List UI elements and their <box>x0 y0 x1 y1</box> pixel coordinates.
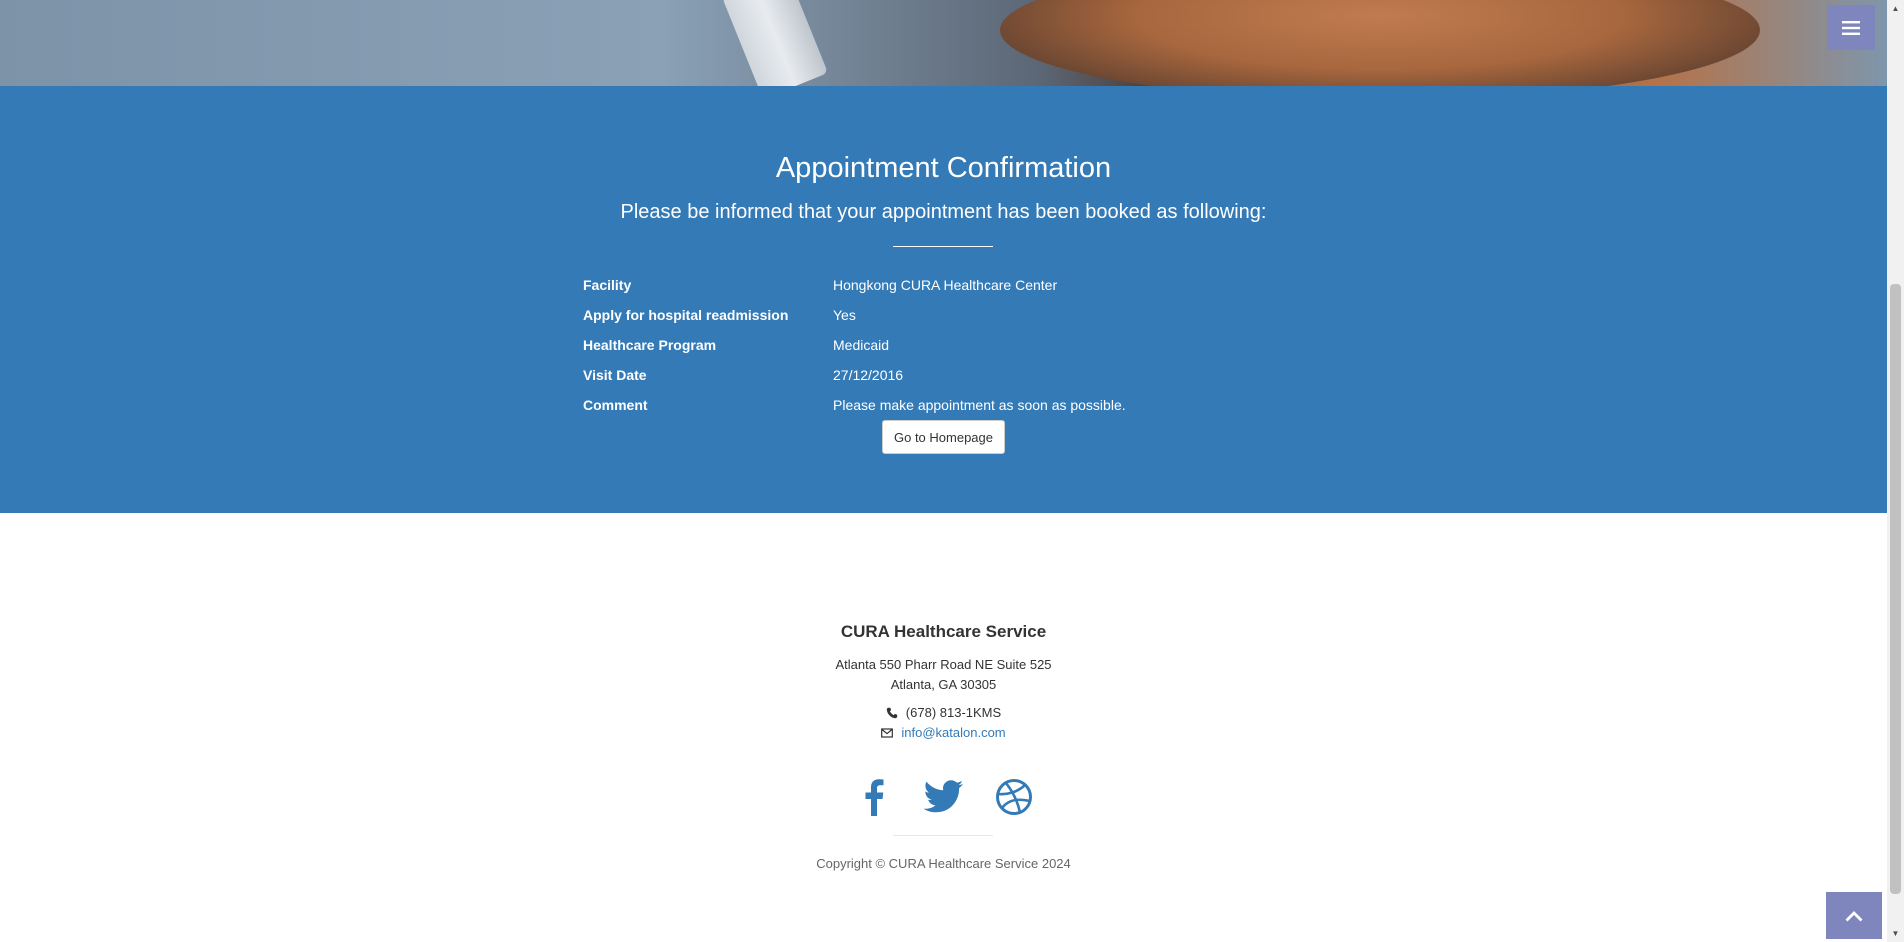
thermometer-image <box>721 0 829 86</box>
visit-date-label: Visit Date <box>583 367 647 383</box>
readmission-value: Yes <box>833 307 856 323</box>
page-title: Appointment Confirmation <box>775 152 1112 184</box>
address-line-2: Atlanta, GA 30305 <box>890 677 997 692</box>
hero-image <box>0 0 1887 86</box>
program-label: Healthcare Program <box>583 337 717 353</box>
appointment-details: Facility Hongkong CURA Healthcare Center… <box>583 270 1303 420</box>
scroll-up-arrow[interactable]: ▲ <box>1887 0 1904 17</box>
footer-brand: CURA Healthcare Service <box>840 622 1047 641</box>
comment-value: Please make appointment as soon as possi… <box>833 397 1126 413</box>
scrollbar-thumb[interactable] <box>1890 284 1901 894</box>
chevron-up-icon <box>1845 910 1863 921</box>
scroll-to-top-button[interactable] <box>1826 892 1882 939</box>
bars-icon <box>1842 20 1860 35</box>
confirmation-lead: Please be informed that your appointment… <box>620 201 1267 223</box>
facility-value: Hongkong CURA Healthcare Center <box>833 277 1058 293</box>
comment-label: Comment <box>583 397 648 413</box>
phone-number: (678) 813-1KMS <box>905 705 1002 720</box>
envelope-icon <box>881 728 894 738</box>
dribbble-link[interactable] <box>994 775 1034 819</box>
detail-row-comment: Comment Please make appointment as soon … <box>583 390 1303 420</box>
page-scrollbar[interactable]: ▲ ▼ <box>1887 0 1904 942</box>
copyright: Copyright © CURA Healthcare Service 2024 <box>816 856 1071 871</box>
dribbble-icon <box>995 779 1032 815</box>
footer-divider <box>893 835 993 836</box>
detail-row-program: Healthcare Program Medicaid <box>583 330 1303 360</box>
phone-line: (678) 813-1KMS <box>0 703 1887 723</box>
email-link[interactable]: info@katalon.com <box>901 723 1005 743</box>
facility-label: Facility <box>583 277 632 293</box>
divider <box>893 246 993 247</box>
menu-toggle-button[interactable] <box>1827 5 1875 50</box>
email-line: info@katalon.com <box>0 723 1887 743</box>
appointment-confirmation-section: Appointment Confirmation Please be infor… <box>0 86 1887 513</box>
readmission-label: Apply for hospital readmission <box>583 307 789 323</box>
detail-row-facility: Facility Hongkong CURA Healthcare Center <box>583 270 1303 300</box>
detail-row-readmission: Apply for hospital readmission Yes <box>583 300 1303 330</box>
go-to-homepage-button[interactable]: Go to Homepage <box>882 420 1005 454</box>
facebook-icon <box>865 779 883 816</box>
phone-icon <box>886 707 897 719</box>
address-line-1: Atlanta 550 Pharr Road NE Suite 525 <box>835 657 1052 672</box>
twitter-icon <box>923 780 963 813</box>
footer: CURA Healthcare Service Atlanta 550 Phar… <box>0 513 1887 942</box>
twitter-link[interactable] <box>923 775 964 819</box>
social-links <box>0 775 1887 819</box>
teddy-bear-image <box>1000 0 1760 86</box>
visit-date-value: 27/12/2016 <box>833 367 904 383</box>
program-value: Medicaid <box>833 337 890 353</box>
footer-contact: (678) 813-1KMS info@katalon.com <box>0 703 1887 743</box>
facebook-link[interactable] <box>854 775 894 819</box>
scroll-down-arrow[interactable]: ▼ <box>1887 925 1904 942</box>
page: Appointment Confirmation Please be infor… <box>0 0 1904 942</box>
footer-address: Atlanta 550 Pharr Road NE Suite 525 Atla… <box>0 655 1887 695</box>
detail-row-visit-date: Visit Date 27/12/2016 <box>583 360 1303 390</box>
